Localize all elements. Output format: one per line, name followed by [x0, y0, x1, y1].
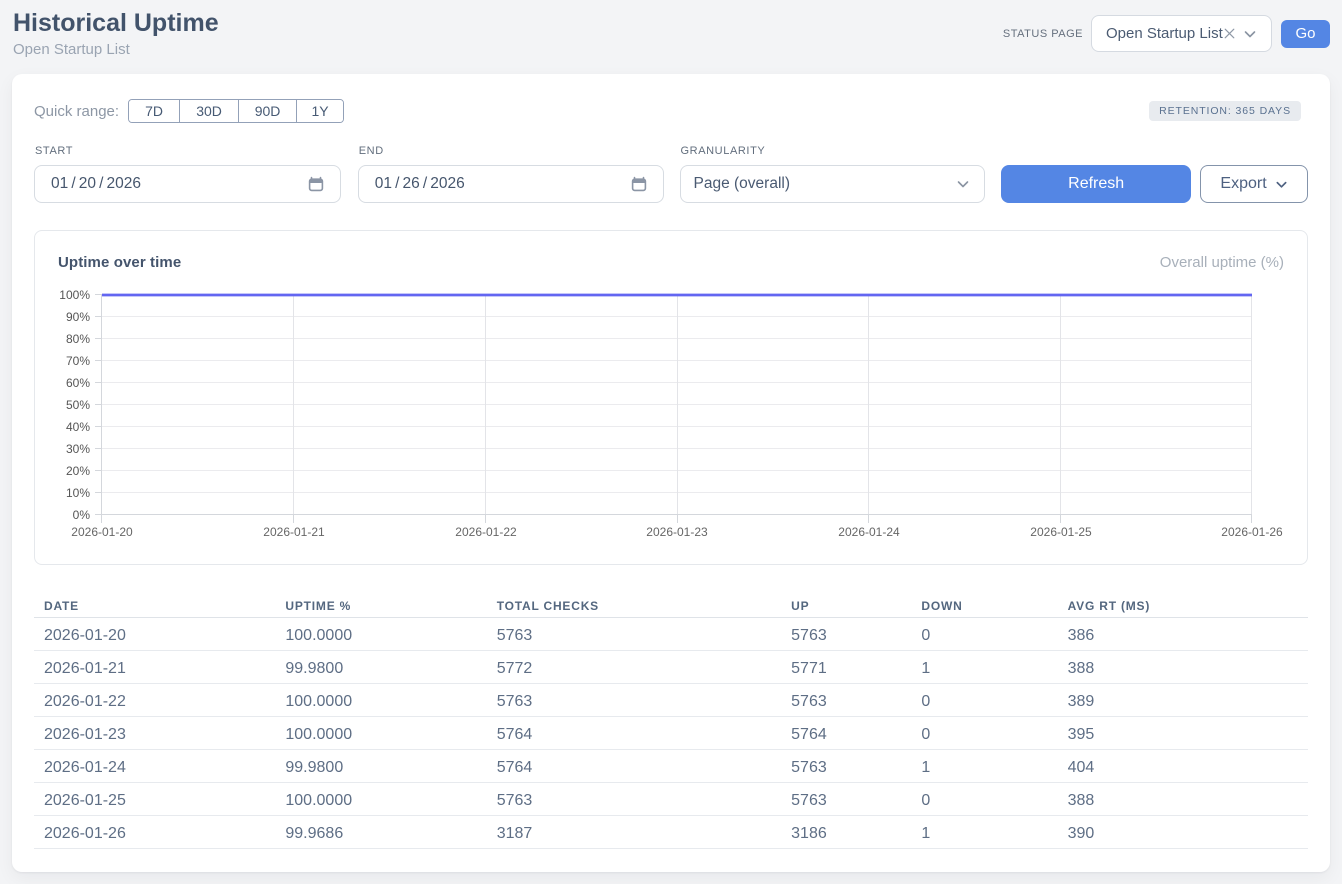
svg-text:60%: 60%: [66, 376, 90, 390]
svg-text:80%: 80%: [66, 332, 90, 346]
svg-text:2026-01-22: 2026-01-22: [455, 525, 517, 539]
svg-text:2026-01-21: 2026-01-21: [263, 525, 325, 539]
svg-text:20%: 20%: [66, 464, 90, 478]
svg-text:70%: 70%: [66, 354, 90, 368]
svg-text:2026-01-26: 2026-01-26: [1221, 525, 1283, 539]
svg-text:50%: 50%: [66, 398, 90, 412]
svg-text:2026-01-23: 2026-01-23: [646, 525, 708, 539]
svg-text:2026-01-24: 2026-01-24: [838, 525, 900, 539]
svg-text:2026-01-20: 2026-01-20: [71, 525, 133, 539]
svg-text:100%: 100%: [59, 288, 90, 302]
svg-text:30%: 30%: [66, 442, 90, 456]
svg-text:0%: 0%: [73, 508, 91, 522]
svg-text:90%: 90%: [66, 310, 90, 324]
svg-text:10%: 10%: [66, 486, 90, 500]
svg-text:2026-01-25: 2026-01-25: [1030, 525, 1092, 539]
svg-text:40%: 40%: [66, 420, 90, 434]
